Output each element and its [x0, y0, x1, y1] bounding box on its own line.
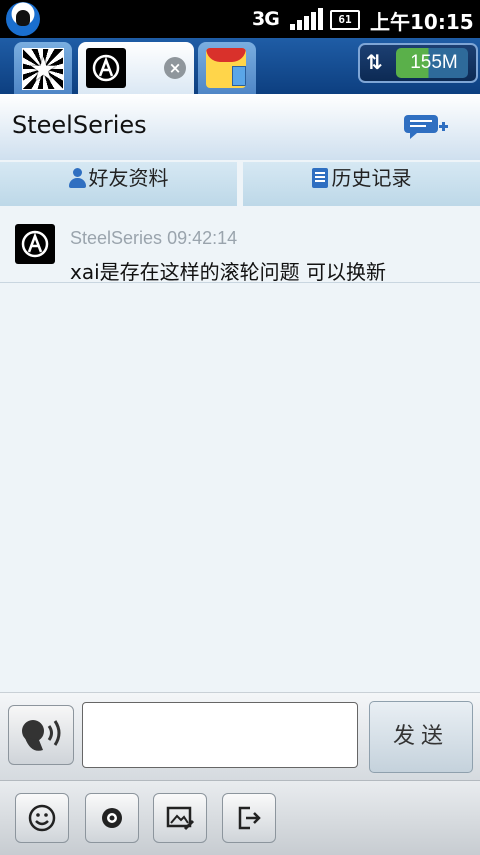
emoji-button[interactable] [15, 793, 69, 843]
close-tab-icon[interactable]: × [164, 57, 186, 79]
record-button[interactable] [85, 793, 139, 843]
voice-button[interactable] [8, 705, 74, 765]
conversation-tab-bar: × ⇅ 155M [0, 38, 480, 94]
message-list[interactable]: SteelSeries 09:42:14 xai是存在这样的滚轮问题 可以换新 [0, 208, 480, 692]
qq-penguin-icon [6, 2, 40, 36]
exit-icon [238, 806, 261, 830]
record-icon [102, 808, 122, 828]
clock: 上午10:15 [370, 10, 474, 34]
image-button[interactable] [153, 793, 207, 843]
avatar [206, 48, 246, 88]
signal-strength-icon [290, 8, 323, 30]
exit-button[interactable] [222, 793, 276, 843]
page-title: SteelSeries [12, 111, 147, 139]
avatar[interactable] [15, 224, 55, 264]
history-book-icon [311, 168, 328, 188]
tab-label: 历史记录 [331, 166, 412, 190]
send-button[interactable]: 发送 [369, 701, 473, 773]
message-sender: SteelSeries [70, 228, 163, 248]
message-time: 09:42:14 [167, 228, 238, 248]
tab-contact-steelseries[interactable]: × [78, 42, 194, 94]
image-edit-icon [166, 806, 195, 831]
message-meta: SteelSeries 09:42:14 [70, 228, 237, 249]
tab-history[interactable]: 历史记录 [243, 162, 480, 206]
person-icon [68, 168, 86, 188]
avatar [86, 48, 126, 88]
traffic-monitor[interactable]: ⇅ 155M [358, 43, 478, 83]
network-type: 3G [252, 8, 280, 30]
emoji-icon [28, 804, 56, 832]
tab-label: 好友资料 [88, 166, 169, 190]
chat-header: SteelSeries [0, 94, 480, 161]
list-item: SteelSeries 09:42:14 xai是存在这样的滚轮问题 可以换新 [0, 208, 480, 284]
add-message-icon[interactable] [402, 114, 450, 140]
traffic-value: 155M [410, 52, 458, 73]
message-input[interactable] [82, 702, 358, 768]
tab-contact-cartoon[interactable] [198, 42, 256, 94]
input-bar: 发送 [0, 692, 480, 781]
tab-contact-star[interactable] [14, 42, 72, 94]
avatar [22, 48, 64, 90]
status-bar: 3G 61 上午10:15 [0, 0, 480, 38]
message-text: xai是存在这样的滚轮问题 可以换新 [70, 260, 387, 284]
sub-tabs: 好友资料 历史记录 [0, 160, 480, 208]
bottom-toolbar [0, 780, 480, 855]
battery-icon: 61 [330, 10, 360, 30]
tab-friend-profile[interactable]: 好友资料 [0, 162, 237, 206]
voice-icon [22, 720, 61, 751]
up-down-arrows-icon: ⇅ [366, 50, 383, 74]
